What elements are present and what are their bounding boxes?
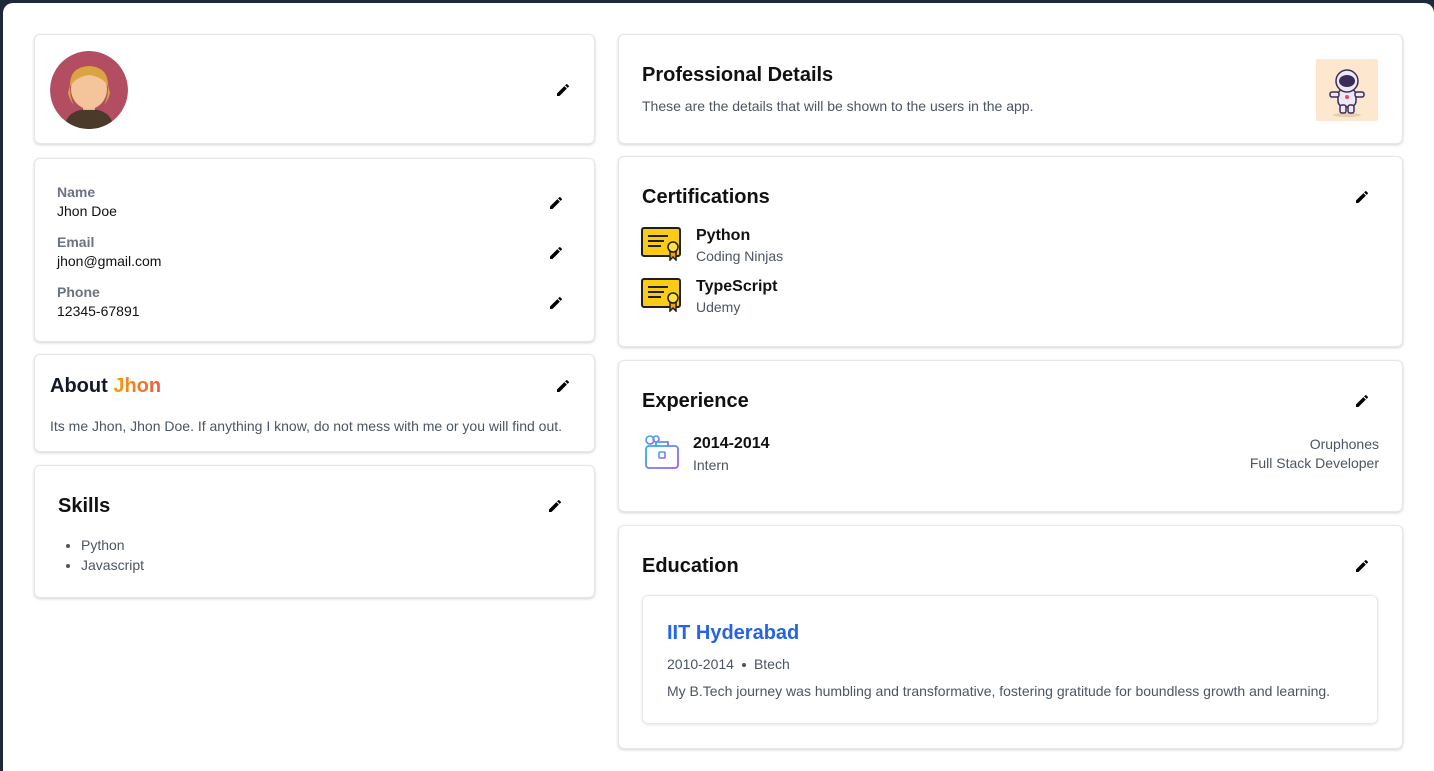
experience-item: 2014-2014 Intern Oruphones Full Stack De… [642,432,1379,477]
profile-page: Name Jhon Doe Email jhon@gmail.com Phone… [3,3,1434,771]
pencil-icon [550,196,563,209]
about-title-text: About [50,375,108,397]
education-period: 2010-2014 [667,656,734,672]
about-card: About Jhon Its me Jhon, Jhon Doe. If any… [34,354,595,452]
certification-item: TypeScript Udemy [641,278,778,315]
edit-education-button[interactable] [1353,557,1371,575]
skills-card: Skills Python Javascript [34,465,595,598]
name-value: Jhon Doe [57,203,117,219]
about-title-accent: Jhon [113,375,162,397]
certificate-icon [641,278,681,312]
briefcase-icon [645,435,679,472]
certifications-title: Certifications [642,186,770,208]
professional-subtitle: These are the details that will be shown… [642,98,1034,114]
list-item: Javascript [81,555,144,575]
pencil-icon [557,83,570,96]
experience-type: Intern [693,457,729,473]
skills-title: Skills [58,495,111,517]
edit-phone-button[interactable] [547,294,565,312]
edit-avatar-button[interactable] [554,81,572,99]
phone-value: 12345-67891 [57,303,140,319]
education-description: My B.Tech journey was humbling and trans… [667,683,1331,699]
certification-item: Python Coding Ninjas [641,227,783,264]
pencil-icon [557,379,570,392]
education-title: Education [642,555,739,577]
edit-skills-button[interactable] [546,497,564,515]
skills-list: Python Javascript [81,535,144,575]
edit-name-button[interactable] [547,194,565,212]
experience-card: Experience 2014-2014 Intern Oruphones Fu… [618,360,1403,512]
name-label: Name [57,184,96,200]
certification-name: TypeScript [696,278,778,295]
education-school[interactable]: IIT Hyderabad [667,622,799,645]
phone-field: Phone 12345-67891 [57,284,140,319]
edit-email-button[interactable] [547,244,565,262]
contact-card: Name Jhon Doe Email jhon@gmail.com Phone… [34,158,595,342]
list-item: Python [81,535,144,555]
pencil-icon [549,499,562,512]
pencil-icon [550,246,563,259]
about-text: Its me Jhon, Jhon Doe. If anything I kno… [50,418,563,434]
education-meta: 2010-2014 Btech [667,656,790,672]
about-title: About Jhon [50,375,161,398]
professional-details-card: Professional Details These are the detai… [618,34,1403,144]
separator-dot [741,663,746,668]
pencil-icon [550,296,563,309]
pencil-icon [1356,190,1369,203]
certificate-icon [641,227,681,261]
experience-title: Experience [642,390,749,412]
edit-experience-button[interactable] [1353,392,1371,410]
edit-certifications-button[interactable] [1353,188,1371,206]
certification-issuer: Udemy [696,299,741,315]
edit-about-button[interactable] [554,377,572,395]
pencil-icon [1356,394,1369,407]
astronaut-illustration [1316,59,1378,121]
education-card: Education IIT Hyderabad 2010-2014 Btech M… [618,525,1403,749]
phone-label: Phone [57,284,100,300]
certification-name: Python [696,227,751,244]
avatar-card [34,34,595,144]
experience-company: Oruphones [1309,436,1379,452]
name-field: Name Jhon Doe [57,184,117,219]
education-item: IIT Hyderabad 2010-2014 Btech My B.Tech j… [642,595,1378,724]
certifications-card: Certifications Python Coding Ninjas Type… [618,156,1403,347]
email-label: Email [57,234,95,250]
professional-title: Professional Details [642,64,834,86]
avatar[interactable] [50,51,128,129]
experience-period: 2014-2014 [693,435,770,452]
certification-issuer: Coding Ninjas [696,248,784,264]
email-value: jhon@gmail.com [57,253,162,269]
experience-role: Full Stack Developer [1249,455,1379,471]
education-degree: Btech [753,656,790,672]
email-field: Email jhon@gmail.com [57,234,161,269]
pencil-icon [1356,559,1369,572]
